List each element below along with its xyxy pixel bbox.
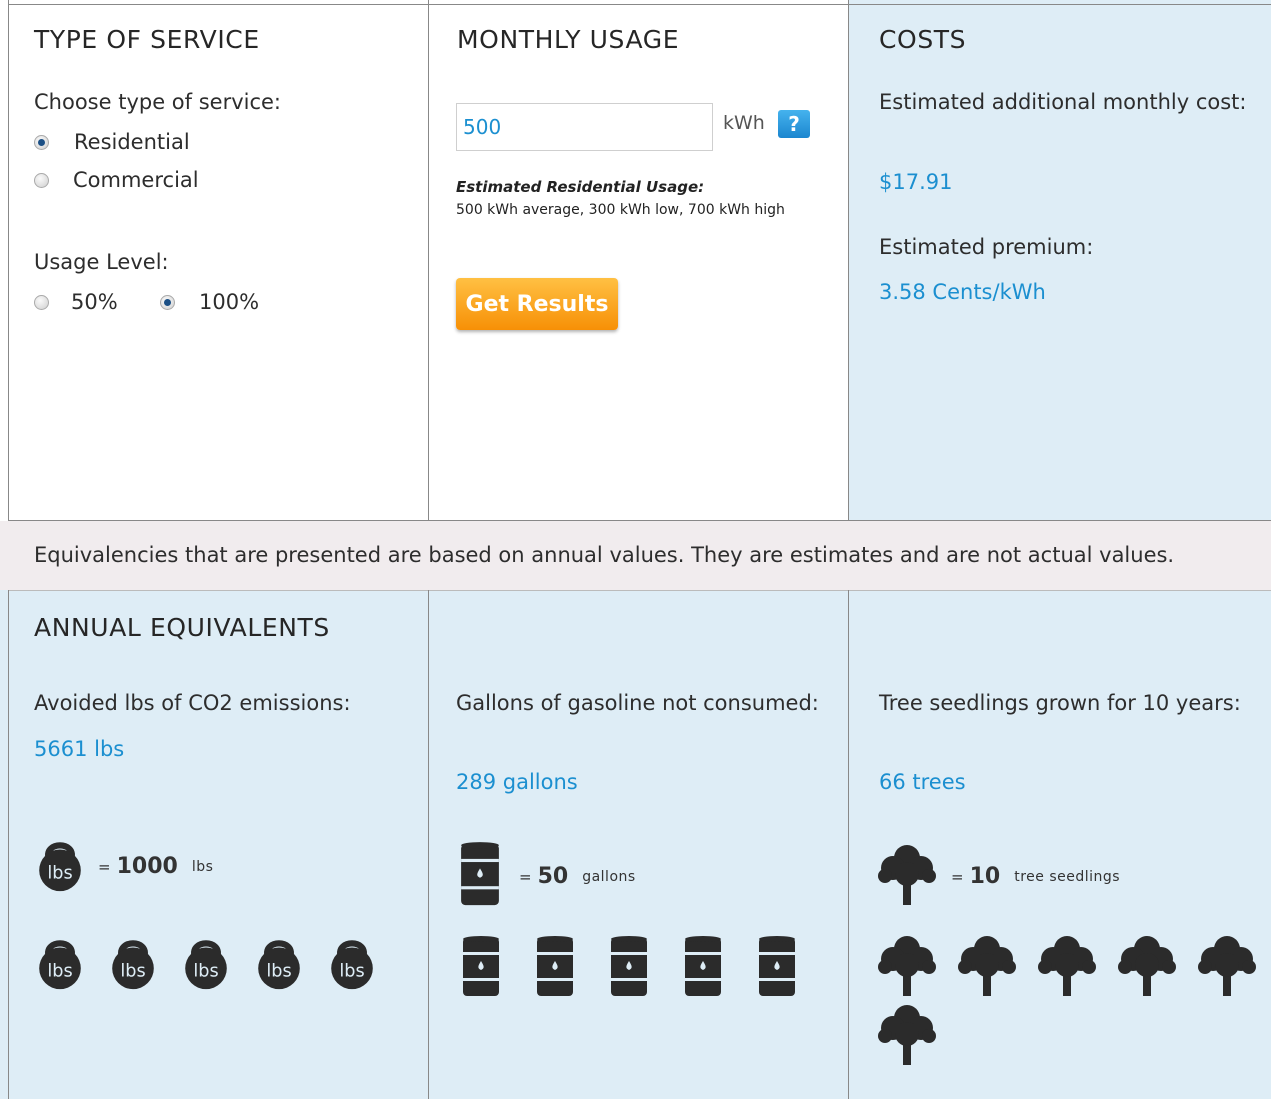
co2-legend-eq: = xyxy=(98,857,111,876)
usage-50-option[interactable]: 50% xyxy=(34,290,118,314)
usage-level-label: Usage Level: xyxy=(34,250,169,274)
oil-barrel-icon xyxy=(757,934,797,1002)
gasoline-value: 289 gallons xyxy=(456,770,578,794)
gasoline-legend-eq: = xyxy=(519,867,532,886)
choose-service-label: Choose type of service: xyxy=(34,90,282,114)
divider xyxy=(428,0,429,521)
oil-barrel-icon xyxy=(535,934,575,1002)
divider xyxy=(848,0,849,521)
kettlebell-icon: lbs xyxy=(180,933,232,994)
tree-icon xyxy=(877,1002,937,1069)
co2-legend-number: 1000 xyxy=(116,854,178,880)
divider xyxy=(848,590,849,1099)
usage-100-option[interactable]: 100% xyxy=(160,290,259,314)
svg-text:lbs: lbs xyxy=(193,962,218,982)
co2-value: 5661 lbs xyxy=(34,737,125,761)
kettlebell-icon: lbs xyxy=(253,933,305,994)
usage-input[interactable] xyxy=(456,103,713,151)
residential-option[interactable]: Residential xyxy=(34,130,190,154)
divider xyxy=(8,590,1271,591)
co2-legend: lbs = 1000 lbs xyxy=(34,835,213,898)
tree-icon xyxy=(957,933,1017,1000)
trees-value: 66 trees xyxy=(879,770,966,794)
gasoline-legend-number: 50 xyxy=(537,864,569,890)
estimate-detail: 500 kWh average, 300 kWh low, 700 kWh hi… xyxy=(456,202,785,218)
svg-text:lbs: lbs xyxy=(120,962,145,982)
residential-radio[interactable] xyxy=(34,134,49,150)
divider xyxy=(8,0,9,521)
divider xyxy=(8,520,1271,521)
oil-barrel-icon xyxy=(461,934,501,1002)
annual-equivalents-heading: ANNUAL EQUIVALENTS xyxy=(34,613,330,642)
commercial-radio[interactable] xyxy=(34,172,49,188)
tree-icon xyxy=(877,842,937,911)
tree-icon xyxy=(877,933,937,1000)
usage-50-label: 50% xyxy=(71,290,118,314)
estimate-title: Estimated Residential Usage: xyxy=(456,178,705,196)
residential-label: Residential xyxy=(74,130,190,154)
trees-legend-unit: tree seedlings xyxy=(1014,868,1121,885)
monthly-cost-label: Estimated additional monthly cost: xyxy=(879,90,1247,114)
divider xyxy=(8,4,1271,5)
kettlebell-icon: lbs xyxy=(34,933,86,994)
gasoline-legend-unit: gallons xyxy=(582,868,636,885)
type-of-service-heading: TYPE OF SERVICE xyxy=(34,25,260,54)
oil-barrel-icon xyxy=(609,934,649,1002)
trees-panel: Tree seedlings grown for 10 years: 66 tr… xyxy=(849,590,1271,1099)
tree-icon xyxy=(1037,933,1097,1000)
monthly-usage-panel: MONTHLY USAGE kWh ? Estimated Residentia… xyxy=(429,0,849,521)
type-of-service-panel: TYPE OF SERVICE Choose type of service: … xyxy=(0,0,429,521)
trees-legend: = 10 tree seedlings xyxy=(877,842,1120,911)
divider xyxy=(428,590,429,1099)
kettlebell-icon: lbs xyxy=(326,933,378,994)
kwh-unit-label: kWh xyxy=(723,112,765,134)
gasoline-legend: = 50 gallons xyxy=(459,840,636,913)
get-results-button[interactable]: Get Results xyxy=(456,278,618,330)
svg-text:lbs: lbs xyxy=(47,962,72,982)
costs-panel: COSTS Estimated additional monthly cost:… xyxy=(849,0,1271,521)
usage-100-radio[interactable] xyxy=(160,294,175,310)
help-icon[interactable]: ? xyxy=(778,110,810,138)
commercial-option[interactable]: Commercial xyxy=(34,168,199,192)
oil-barrel-icon xyxy=(683,934,723,1002)
svg-text:lbs: lbs xyxy=(339,962,364,982)
co2-label: Avoided lbs of CO2 emissions: xyxy=(34,691,351,715)
co2-panel: ANNUAL EQUIVALENTS Avoided lbs of CO2 em… xyxy=(0,590,429,1099)
divider xyxy=(8,590,9,1099)
trees-legend-number: 10 xyxy=(969,864,1001,889)
kettlebell-icon: lbs xyxy=(34,835,86,898)
equivalency-note: Equivalencies that are presented are bas… xyxy=(0,521,1271,590)
usage-100-label: 100% xyxy=(199,290,260,314)
premium-value: 3.58 Cents/kWh xyxy=(879,280,1046,304)
oil-barrel-icon xyxy=(459,840,501,913)
gasoline-label: Gallons of gasoline not consumed: xyxy=(456,691,819,715)
tree-icon xyxy=(1117,933,1177,1000)
commercial-label: Commercial xyxy=(73,168,199,192)
calculator: TYPE OF SERVICE Choose type of service: … xyxy=(0,0,1271,1099)
trees-legend-eq: = xyxy=(951,867,964,886)
gasoline-icon-row xyxy=(461,934,841,1004)
co2-legend-unit: lbs xyxy=(191,858,214,875)
gasoline-panel: Gallons of gasoline not consumed: 289 ga… xyxy=(429,590,849,1099)
trees-icon-row xyxy=(877,933,1271,1071)
monthly-usage-heading: MONTHLY USAGE xyxy=(457,25,680,54)
svg-text:lbs: lbs xyxy=(47,864,72,884)
costs-heading: COSTS xyxy=(879,25,967,54)
monthly-cost-value: $17.91 xyxy=(879,170,953,194)
usage-50-radio[interactable] xyxy=(34,294,49,310)
tree-icon xyxy=(1197,933,1257,1000)
svg-text:lbs: lbs xyxy=(266,962,291,982)
co2-icon-row: lbs lbs lbs lbs lbs xyxy=(34,933,414,996)
premium-label: Estimated premium: xyxy=(879,235,1094,259)
kettlebell-icon: lbs xyxy=(107,933,159,994)
trees-label: Tree seedlings grown for 10 years: xyxy=(879,691,1241,715)
